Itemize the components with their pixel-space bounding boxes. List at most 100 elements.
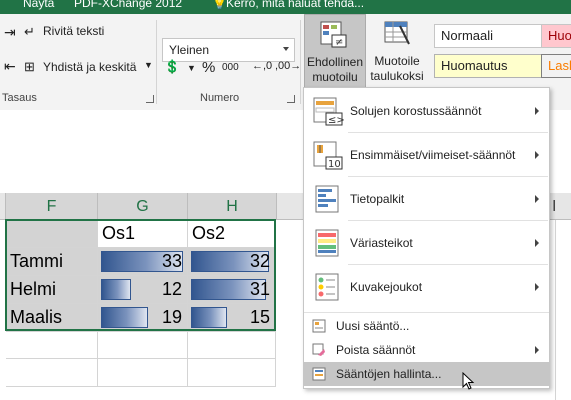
group-divider xyxy=(300,20,301,104)
menu-item-highlight-cells[interactable]: ≤> Solujen korostussäännöt xyxy=(304,90,549,132)
indent-icon[interactable]: ⇥ xyxy=(4,24,16,41)
format-as-table-button[interactable]: Muotoile taulukoksi xyxy=(366,14,428,88)
menu-separator xyxy=(348,132,548,133)
wrap-text-button[interactable]: Rivitä teksti xyxy=(43,24,104,38)
eraser-icon xyxy=(312,343,325,356)
menu-separator xyxy=(304,312,549,313)
conditional-formatting-menu: ≤> Solujen korostussäännöt 10 Ensimmäise… xyxy=(303,87,550,389)
cell-value: 19 xyxy=(161,307,182,327)
group-divider xyxy=(156,20,157,104)
tab-pdf-xchange[interactable]: PDF-XChange 2012 xyxy=(74,0,182,10)
cell-value: 12 xyxy=(161,279,182,299)
menu-label: Uusi sääntö... xyxy=(336,319,410,333)
format-as-table-label-2: taulukoksi xyxy=(370,69,424,83)
cell-value: 33 xyxy=(161,251,182,271)
row-label-cell[interactable]: Maalis xyxy=(6,304,98,332)
cell-f1[interactable] xyxy=(6,220,98,248)
menu-item-new-rule[interactable]: Uusi sääntö... xyxy=(304,314,549,338)
cell-empty[interactable] xyxy=(98,331,188,359)
conditional-formatting-button[interactable]: ≠ Ehdollinen muotoilu xyxy=(304,14,366,90)
cell-value: 31 xyxy=(249,279,270,299)
cell-empty[interactable] xyxy=(188,331,276,359)
menu-item-manage-rules[interactable]: Sääntöjen hallinta... xyxy=(304,362,549,386)
cell-empty[interactable] xyxy=(6,359,98,387)
conditional-formatting-label-2: muotoilu xyxy=(312,70,358,84)
alignment-launcher-icon[interactable] xyxy=(146,95,154,103)
merge-center-button[interactable]: Yhdistä ja keskitä xyxy=(43,60,136,74)
conditional-formatting-icon: ≠ xyxy=(320,21,347,48)
column-header-h[interactable]: H xyxy=(188,193,277,220)
merge-center-icon: ⊞ xyxy=(24,59,35,74)
menu-item-top-bottom[interactable]: 10 Ensimmäiset/viimeiset-säännöt xyxy=(304,134,549,176)
lightbulb-icon: 💡 xyxy=(212,0,227,10)
data-bar-cell[interactable]: 15 xyxy=(188,304,276,332)
wrap-text-icon: ↵ xyxy=(24,24,35,39)
menu-separator xyxy=(348,220,548,221)
cell-empty[interactable] xyxy=(6,331,98,359)
tell-me-search[interactable]: Kerro, mitä haluat tehdä... xyxy=(226,0,364,10)
column-header-f[interactable]: F xyxy=(6,193,98,220)
data-bar-cell[interactable]: 33 xyxy=(98,248,188,276)
svg-text:≤>: ≤> xyxy=(328,115,344,126)
number-launcher-icon[interactable] xyxy=(287,95,295,103)
data-bar-cell[interactable]: 19 xyxy=(98,304,188,332)
accounting-format-icon[interactable]: 💲 xyxy=(164,59,180,75)
menu-item-data-bars[interactable]: Tietopalkit xyxy=(304,178,549,220)
cell-empty[interactable] xyxy=(98,359,188,387)
increase-decimal-icon[interactable]: ←,0 xyxy=(252,60,272,72)
format-as-table-icon xyxy=(384,21,410,45)
cell-empty[interactable] xyxy=(188,359,276,387)
chevron-right-icon xyxy=(535,239,539,247)
cell-value: 15 xyxy=(249,307,270,327)
cell-os2-header[interactable]: Os2 xyxy=(188,220,276,248)
percent-style-button[interactable]: % xyxy=(202,59,215,76)
row-label-cell[interactable]: Helmi xyxy=(6,276,98,304)
style-calculation[interactable]: Lask xyxy=(541,54,571,78)
row-label-cell[interactable]: Tammi xyxy=(6,248,98,276)
number-format-select[interactable]: Yleinen xyxy=(162,38,295,62)
color-scales-icon xyxy=(315,229,339,257)
tab-view[interactable]: Näytä xyxy=(23,0,54,10)
menu-label: Tietopalkit xyxy=(350,192,405,206)
style-bad[interactable]: Huo xyxy=(541,24,571,48)
style-note[interactable]: Huomautus xyxy=(434,54,543,78)
os2-header-text: Os2 xyxy=(192,223,226,243)
merge-dropdown-icon[interactable]: ▼ xyxy=(144,60,153,70)
cell-value: 32 xyxy=(249,251,270,271)
menu-label: Sääntöjen hallinta... xyxy=(336,367,442,381)
manage-rules-icon xyxy=(312,367,326,381)
icon-sets-icon xyxy=(315,273,339,301)
row-label: Tammi xyxy=(10,251,63,271)
accounting-dropdown-icon[interactable]: ▼ xyxy=(187,63,196,73)
new-rule-icon xyxy=(312,319,326,333)
number-group-label: Numero xyxy=(200,92,240,104)
cell-os1-header[interactable]: Os1 xyxy=(98,220,188,248)
style-normal[interactable]: Normaali xyxy=(434,24,543,48)
menu-separator xyxy=(348,264,548,265)
title-bar: Näytä PDF-XChange 2012 💡 Kerro, mitä hal… xyxy=(0,0,571,14)
mouse-cursor-icon xyxy=(462,372,475,390)
menu-label: Kuvakejoukot xyxy=(350,280,423,294)
data-bar-cell[interactable]: 32 xyxy=(188,248,276,276)
menu-label: Väriasteikot xyxy=(350,236,413,250)
menu-item-color-scales[interactable]: Väriasteikot xyxy=(304,222,549,264)
comma-style-button[interactable]: 000 xyxy=(222,62,239,73)
os1-header-text: Os1 xyxy=(102,223,136,243)
column-header-g[interactable]: G xyxy=(98,193,188,220)
top-bottom-icon: 10 xyxy=(313,141,343,170)
data-bar-cell[interactable]: 12 xyxy=(98,276,188,304)
chevron-right-icon xyxy=(535,346,539,354)
decrease-decimal-icon[interactable]: ,00→ xyxy=(275,60,301,72)
row-label: Maalis xyxy=(10,307,63,327)
menu-item-clear-rules[interactable]: Poista säännöt xyxy=(304,338,549,362)
menu-item-icon-sets[interactable]: Kuvakejoukot xyxy=(304,266,549,308)
gridline xyxy=(555,220,556,400)
svg-text:10: 10 xyxy=(328,159,341,170)
menu-label: Poista säännöt xyxy=(336,343,416,357)
outdent-icon[interactable]: ⇤ xyxy=(4,58,16,75)
format-as-table-label-1: Muotoile xyxy=(374,54,420,68)
chevron-right-icon xyxy=(535,195,539,203)
conditional-formatting-label-1: Ehdollinen xyxy=(306,55,364,69)
chevron-right-icon xyxy=(535,151,539,159)
data-bar-cell[interactable]: 31 xyxy=(188,276,276,304)
